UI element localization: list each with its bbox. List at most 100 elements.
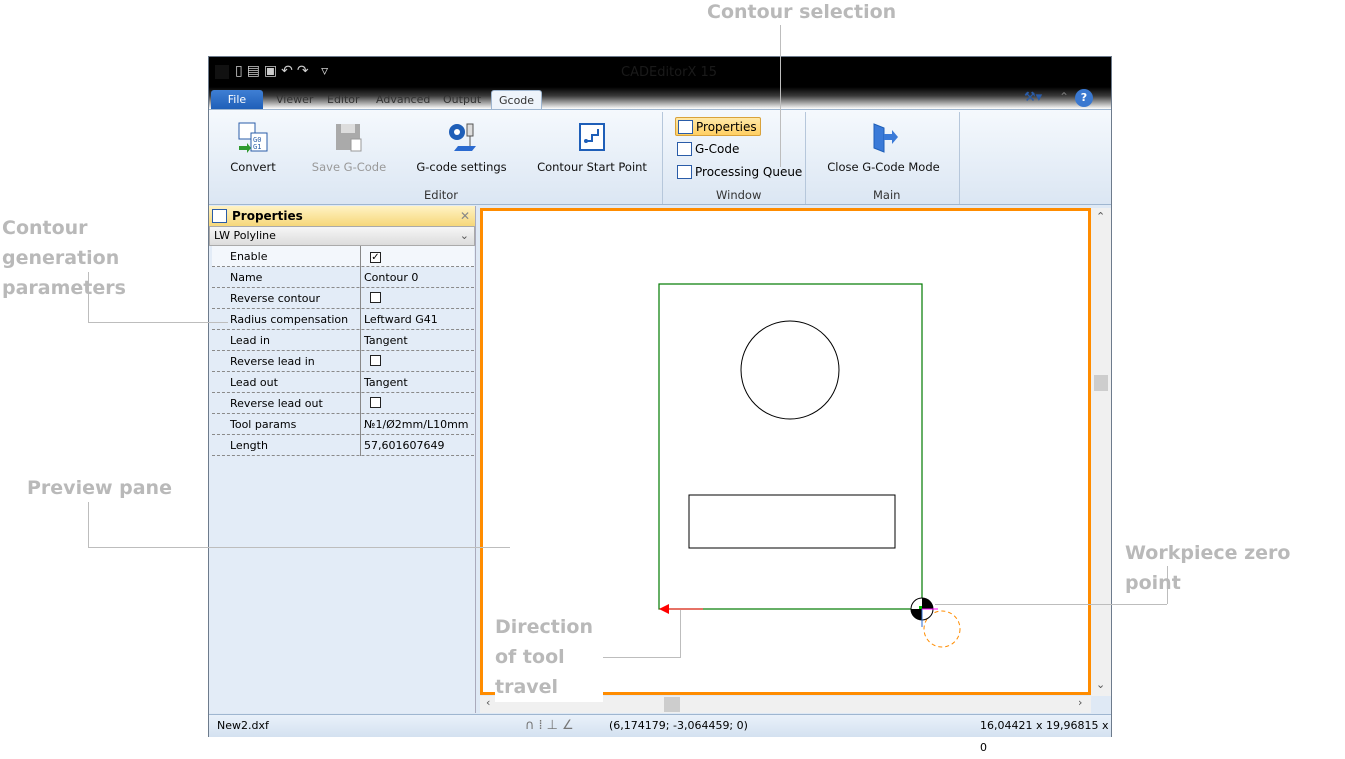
group-window-label: Window xyxy=(716,188,762,202)
app-window: ▯▤▣↶↷ ▿ CADEditorX 15 File Viewer Editor… xyxy=(208,56,1112,754)
save-gcode-icon xyxy=(332,120,366,154)
horizontal-scroll-thumb[interactable] xyxy=(664,697,680,712)
properties-panel-header: Properties ✕ xyxy=(209,206,475,226)
property-key: Reverse lead out xyxy=(230,397,323,410)
scroll-right-icon[interactable]: › xyxy=(1078,696,1082,709)
property-key: Name xyxy=(230,271,263,284)
object-type-select[interactable]: LW Polyline ⌄ xyxy=(209,226,475,246)
property-key: Tool params xyxy=(230,418,297,431)
vertical-scrollbar[interactable]: ⌃ ⌄ xyxy=(1091,208,1111,696)
close-gcode-mode-label: Close G-Code Mode xyxy=(827,160,940,174)
property-value[interactable]: Tangent xyxy=(360,330,408,351)
status-file-name: New2.dxf xyxy=(217,719,269,732)
contour-start-point-button[interactable]: Contour Start Point xyxy=(537,120,647,174)
property-value[interactable] xyxy=(360,393,381,414)
convert-button[interactable]: G0 G1 Convert xyxy=(223,120,283,174)
save-gcode-button[interactable]: Save G-Code xyxy=(309,120,389,174)
svg-text:G1: G1 xyxy=(253,143,261,151)
property-row[interactable]: Length 57,601607649 xyxy=(212,435,474,456)
property-checkbox[interactable] xyxy=(370,355,381,366)
property-row[interactable]: Reverse contour xyxy=(212,288,474,309)
contour-start-point-icon xyxy=(575,120,609,154)
close-icon[interactable]: ✕ xyxy=(460,206,470,226)
ribbon: G0 G1 Convert Save G-Code G-code settings… xyxy=(209,109,1111,205)
property-key: Lead in xyxy=(230,334,270,347)
annotation-contour-selection: Contour selection xyxy=(707,1,897,23)
gcode-settings-label: G-code settings xyxy=(416,160,507,174)
property-value[interactable]: Leftward G41 xyxy=(360,309,438,330)
processing-queue-button[interactable]: Processing Queue xyxy=(675,163,806,182)
group-editor-label: Editor xyxy=(424,188,459,202)
close-gcode-mode-button[interactable]: Close G-Code Mode xyxy=(821,120,946,174)
machine-icon[interactable]: ⚒▾ xyxy=(1024,90,1042,105)
property-row[interactable]: Tool params №1/Ø2mm/L10mm xyxy=(212,414,474,435)
property-row[interactable]: Reverse lead in xyxy=(212,351,474,372)
minimize-ribbon-icon[interactable]: ⌃ xyxy=(1059,90,1069,104)
contour-start-point-label: Contour Start Point xyxy=(537,160,647,174)
annotation-workpiece-zero-point: Workpiece zero point xyxy=(1125,542,1291,594)
status-bar: New2.dxf ∩⁞⊥∠ (6,174179; -3,064459; 0) 1… xyxy=(209,714,1111,754)
property-row[interactable]: Lead out Tangent xyxy=(212,372,474,393)
property-key: Reverse contour xyxy=(230,292,320,305)
contour-outline xyxy=(658,283,923,610)
vertical-scroll-thumb[interactable] xyxy=(1094,375,1108,391)
quick-access-toolbar[interactable]: ▯▤▣↶↷ ▿ xyxy=(235,63,332,79)
annotation-preview-pane: Preview pane xyxy=(27,477,172,499)
tab-output[interactable]: Output xyxy=(436,90,488,109)
ribbon-tabs: File Viewer Editor Advanced Output Gcode… xyxy=(209,87,1111,109)
properties-icon xyxy=(212,209,227,223)
close-gcode-mode-icon xyxy=(867,120,901,154)
title-bar: ▯▤▣↶↷ ▿ CADEditorX 15 xyxy=(209,57,1111,87)
property-key: Radius compensation xyxy=(230,313,349,326)
property-key: Enable xyxy=(230,250,268,263)
processing-queue-icon xyxy=(677,165,692,179)
gcode-settings-icon xyxy=(445,120,479,154)
tab-viewer[interactable]: Viewer xyxy=(269,90,320,109)
direction-arrow-icon xyxy=(659,604,669,614)
window-properties-button[interactable]: Properties xyxy=(675,117,761,136)
property-row[interactable]: Lead in Tangent xyxy=(212,330,474,351)
tab-file[interactable]: File xyxy=(211,90,263,109)
property-value[interactable]: Contour 0 xyxy=(360,267,418,288)
circle-shape xyxy=(740,320,840,420)
save-gcode-label: Save G-Code xyxy=(311,160,387,174)
window-title: CADEditorX 15 xyxy=(621,65,718,80)
app-icon xyxy=(215,65,229,79)
workpiece-zero-icon xyxy=(910,597,938,627)
property-checkbox[interactable]: ✓ xyxy=(370,252,381,263)
property-key: Lead out xyxy=(230,376,278,389)
gcode-settings-button[interactable]: G-code settings xyxy=(414,120,509,174)
property-value[interactable]: 57,601607649 xyxy=(360,435,444,456)
properties-icon xyxy=(678,120,693,134)
property-row[interactable]: Name Contour 0 xyxy=(212,267,474,288)
property-key: Reverse lead in xyxy=(230,355,315,368)
window-gcode-button[interactable]: G-Code xyxy=(675,140,743,159)
snap-toggle-icons[interactable]: ∩⁞⊥∠ xyxy=(525,715,578,737)
property-value[interactable] xyxy=(360,288,381,309)
property-value[interactable]: ✓ xyxy=(360,246,381,267)
chevron-down-icon: ⌄ xyxy=(459,229,469,242)
property-value[interactable] xyxy=(360,351,381,372)
property-key: Length xyxy=(230,439,268,452)
scroll-left-icon[interactable]: ‹ xyxy=(486,696,490,709)
property-row[interactable]: Reverse lead out xyxy=(212,393,474,414)
convert-icon: G0 G1 xyxy=(236,120,270,154)
tab-gcode[interactable]: Gcode xyxy=(491,90,543,109)
property-row[interactable]: Enable ✓ xyxy=(212,246,474,267)
tab-editor[interactable]: Editor xyxy=(320,90,367,109)
status-dimensions: 16,04421 x 19,96815 x 0 xyxy=(980,719,1109,754)
tab-advanced[interactable]: Advanced xyxy=(369,90,437,109)
annotation-direction-of-tool-travel: Direction of tool travel xyxy=(495,612,603,702)
property-row[interactable]: Radius compensation Leftward G41 xyxy=(212,309,474,330)
scroll-up-icon[interactable]: ⌃ xyxy=(1096,210,1105,223)
properties-title: Properties xyxy=(232,209,303,223)
annotation-contour-generation-parameters: Contour generation parameters xyxy=(2,217,126,299)
property-checkbox[interactable] xyxy=(370,292,381,303)
rectangle-shape xyxy=(688,494,896,549)
help-icon[interactable]: ? xyxy=(1075,89,1093,107)
scroll-down-icon[interactable]: ⌄ xyxy=(1096,678,1105,691)
property-value[interactable]: Tangent xyxy=(360,372,408,393)
group-main-label: Main xyxy=(873,188,901,202)
property-value[interactable]: №1/Ø2mm/L10mm xyxy=(360,414,469,435)
property-checkbox[interactable] xyxy=(370,397,381,408)
